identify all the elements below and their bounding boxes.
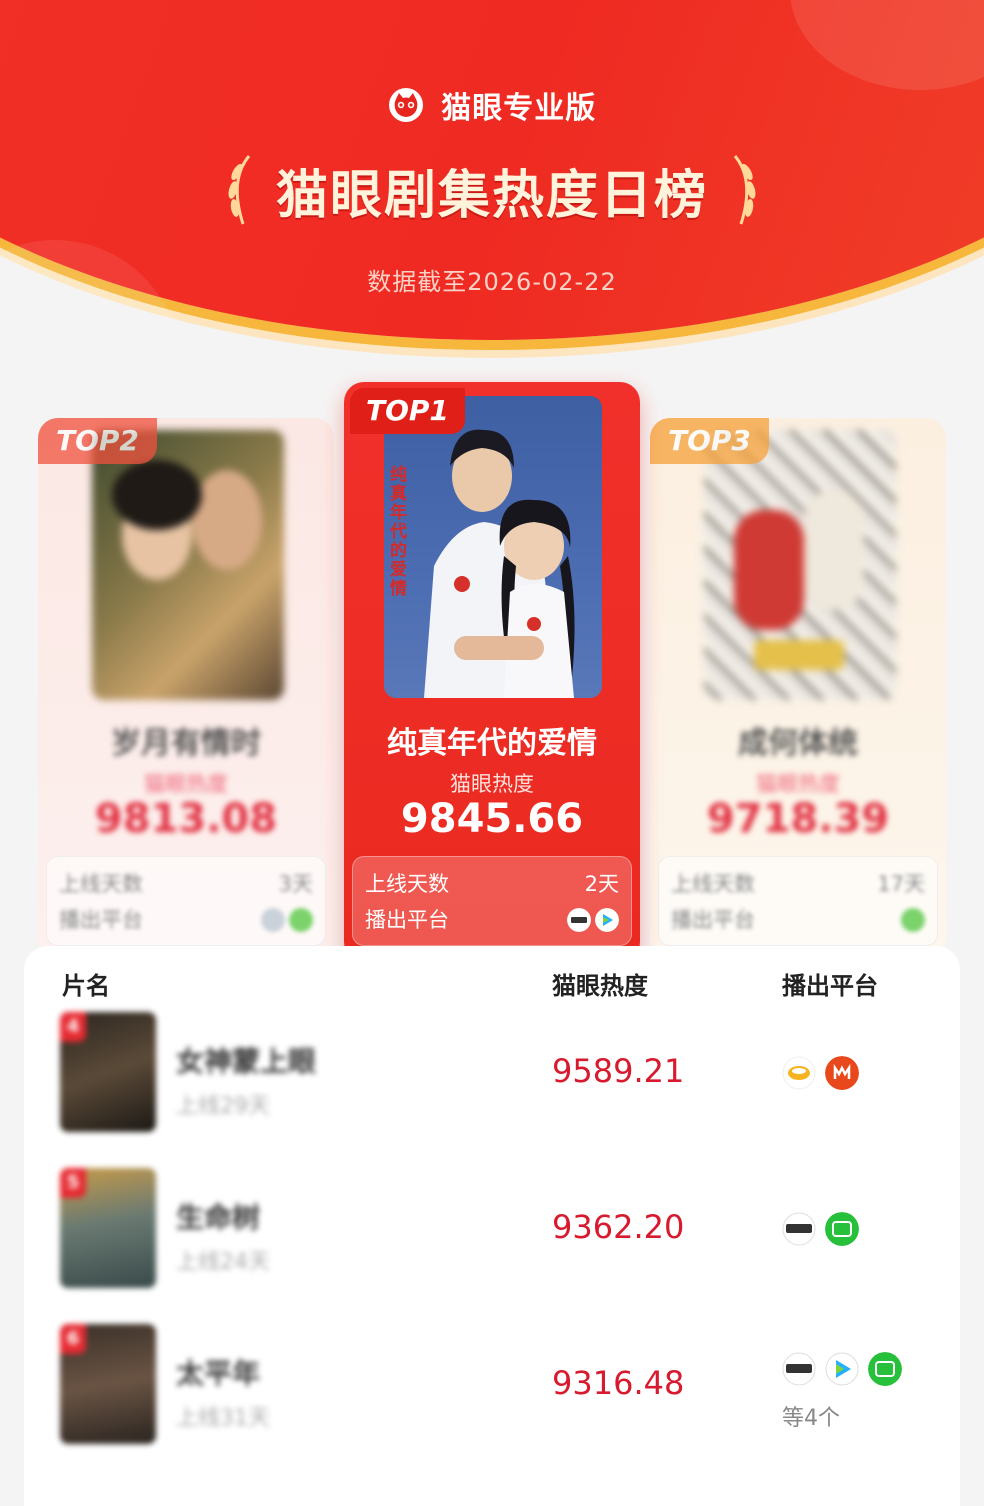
platform-row: 播出平台	[365, 901, 619, 937]
platform-icons	[782, 1212, 863, 1246]
rank-tag: TOP1	[350, 388, 465, 434]
platform-icons	[897, 907, 925, 932]
header-banner: 猫眼专业版 猫眼剧集热度日榜 数据截至2026-02-22	[0, 0, 984, 360]
info-box: 上线天数 17天 播出平台	[658, 856, 938, 946]
platform-label: 播出平台	[365, 908, 449, 932]
iqiyi-icon	[901, 907, 925, 932]
table-row[interactable]: 4 女神蒙上眼 上线29天 9589.21	[24, 1012, 960, 1142]
top1-poster: 纯真年代的爱情	[384, 396, 602, 698]
drama-title: 成何体统	[738, 726, 858, 761]
mango-tv-icon	[782, 1056, 816, 1090]
top2-card[interactable]: TOP2 岁月有情时 猫眼热度 9813.08 上线天数 3天 播出平台	[38, 418, 334, 958]
top2-poster	[92, 430, 284, 700]
platform-label: 播出平台	[59, 908, 143, 932]
iqiyi-icon	[825, 1212, 860, 1246]
platform-row: 播出平台	[59, 901, 313, 937]
drama-title: 纯真年代的爱情	[387, 726, 597, 761]
cctv-icon	[782, 1212, 816, 1246]
days-row: 上线天数 17天	[671, 865, 925, 901]
top3-card[interactable]: TOP3 成何体统 猫眼热度 9718.39 上线天数 17天 播出平台	[650, 418, 946, 958]
table-row[interactable]: 6 太平年 上线31天 9316.48 等4个	[24, 1324, 960, 1454]
drama-title: 生命树	[176, 1201, 261, 1234]
ranking-list: 片名 猫眼热度 播出平台 4 女神蒙上眼 上线29天 9589.21 5 生命树…	[24, 946, 960, 1506]
col-header-platform: 播出平台	[782, 972, 878, 1000]
data-date: 数据截至2026-02-22	[367, 268, 617, 296]
days-value: 3天	[278, 872, 313, 896]
days-row: 上线天数 3天	[59, 865, 313, 901]
days-row: 上线天数 2天	[365, 865, 619, 901]
col-header-name: 片名	[62, 972, 110, 1000]
drama-thumbnail: 6	[60, 1324, 156, 1444]
days-online: 上线24天	[176, 1250, 270, 1275]
drama-title: 女神蒙上眼	[176, 1045, 317, 1078]
poster-title-text: 纯真年代的爱情	[390, 465, 407, 599]
laurel-right-icon	[733, 155, 756, 225]
info-box: 上线天数 2天 播出平台	[352, 856, 632, 946]
platform-row: 播出平台	[671, 901, 925, 937]
drama-title: 岁月有情时	[111, 726, 261, 761]
platform-icons	[563, 907, 619, 932]
col-header-heat: 猫眼热度	[552, 972, 648, 1000]
cat-logo-icon	[388, 88, 423, 122]
platform-icons	[782, 1352, 906, 1386]
rank-tag: TOP3	[650, 418, 769, 464]
heat-label: 猫眼热度	[450, 772, 534, 796]
top3-poster	[704, 430, 896, 700]
iqiyi-icon	[289, 907, 313, 932]
cctv-icon	[567, 907, 591, 932]
cctv-icon	[782, 1352, 816, 1386]
page-title: 猫眼剧集热度日榜	[275, 165, 708, 226]
title-row: 猫眼剧集热度日榜	[0, 150, 984, 230]
heat-value: 9362.20	[552, 1208, 685, 1246]
table-row[interactable]: 5 生命树 上线24天 9362.20	[24, 1168, 960, 1298]
laurel-left-icon	[228, 155, 251, 225]
heat-value: 9589.21	[552, 1052, 685, 1090]
brand-name: 猫眼专业版	[441, 91, 597, 126]
iqiyi-icon	[868, 1352, 903, 1386]
drama-thumbnail: 4	[60, 1012, 156, 1132]
heat-value: 9845.66	[400, 796, 584, 842]
platform-icons	[257, 907, 313, 932]
heat-value: 9316.48	[552, 1364, 685, 1402]
migu-video-icon	[825, 1056, 860, 1090]
drama-thumbnail: 5	[60, 1168, 156, 1288]
platform-icons	[782, 1056, 863, 1090]
info-box: 上线天数 3天 播出平台	[46, 856, 326, 946]
rank-badge: 6	[60, 1324, 86, 1354]
platform-label: 播出平台	[671, 908, 755, 932]
days-online: 上线29天	[176, 1094, 270, 1119]
days-label: 上线天数	[59, 872, 143, 896]
platform-more: 等4个	[782, 1406, 840, 1431]
rank-badge: 5	[60, 1168, 86, 1198]
days-label: 上线天数	[671, 872, 755, 896]
brand: 猫眼专业版	[0, 83, 984, 127]
heat-label: 猫眼热度	[756, 772, 840, 796]
heat-label: 猫眼热度	[144, 772, 228, 796]
days-value: 17天	[877, 872, 925, 896]
platform-icon	[261, 907, 285, 932]
heat-value: 9813.08	[94, 796, 278, 842]
tencent-video-icon	[595, 907, 619, 932]
rank-tag: TOP2	[38, 418, 157, 464]
top1-card[interactable]: 纯真年代的爱情 TOP1 纯真年代的爱情 猫眼热度 9845.66 上线天数 2…	[344, 382, 640, 962]
rank-badge: 4	[60, 1012, 86, 1042]
poster-art	[424, 429, 575, 698]
tencent-video-icon	[825, 1352, 859, 1386]
days-value: 2天	[584, 872, 619, 896]
drama-title: 太平年	[176, 1357, 261, 1390]
heat-value: 9718.39	[706, 796, 890, 842]
days-label: 上线天数	[365, 872, 449, 896]
days-online: 上线31天	[176, 1406, 270, 1431]
